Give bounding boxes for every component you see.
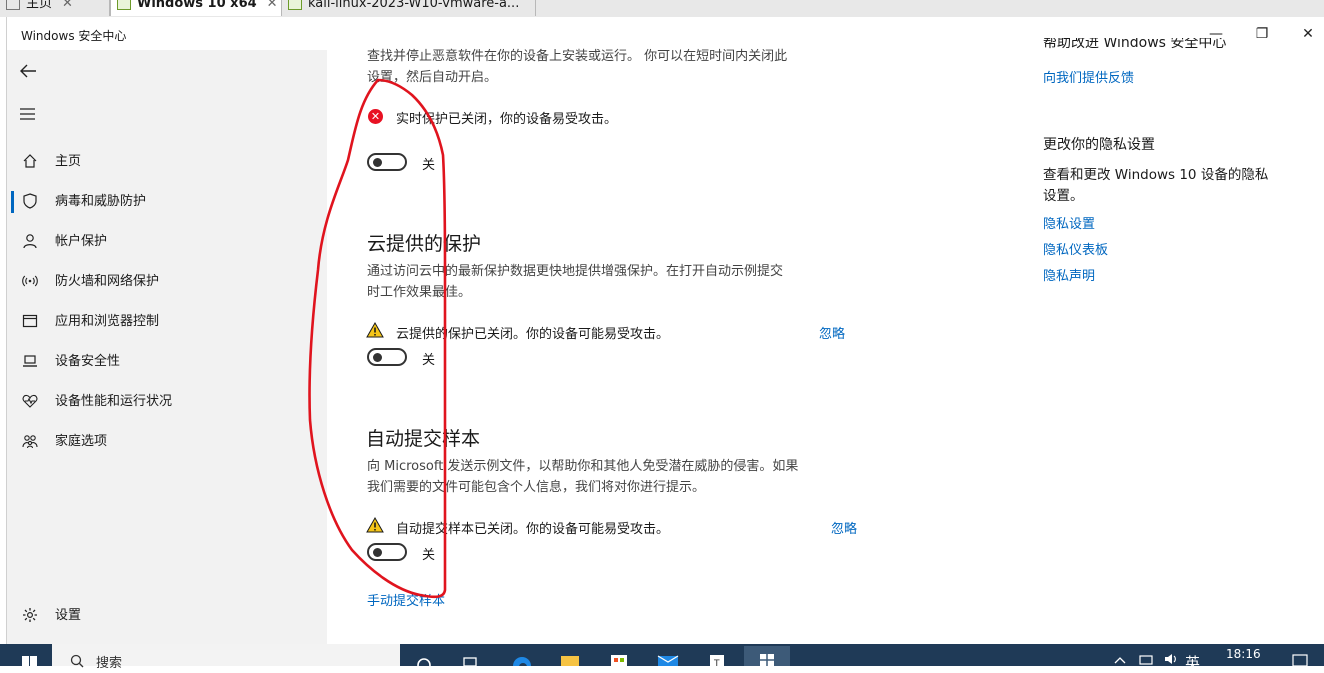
notepad-icon[interactable]: T xyxy=(705,646,729,669)
family-icon xyxy=(21,433,39,451)
clock-time[interactable]: 18:16 xyxy=(1226,647,1261,661)
home-icon xyxy=(21,153,39,171)
sidebar-item-label: 应用和浏览器控制 xyxy=(55,314,160,329)
privacy-dashboard-link[interactable]: 隐私仪表板 xyxy=(1043,239,1108,258)
dismiss-link-sample[interactable]: 忽略 xyxy=(831,518,857,537)
cortana-icon[interactable] xyxy=(412,646,436,672)
sidebar-item-label: 防火墙和网络保护 xyxy=(55,274,160,289)
file-explorer-icon[interactable] xyxy=(558,646,582,666)
shield-icon xyxy=(21,193,39,211)
windows-start-icon[interactable] xyxy=(16,646,40,666)
sidebar-item-account[interactable]: 帐户保护 xyxy=(7,223,327,263)
sidebar-item-settings[interactable]: 设置 xyxy=(7,597,327,637)
vm-tab-label: kali-linux-2023-W10-vmware-a... xyxy=(308,0,520,11)
privacy-settings-link[interactable]: 隐私设置 xyxy=(1043,213,1095,232)
vm-tab-label: 主页 xyxy=(26,0,53,11)
svg-text:T: T xyxy=(713,659,720,666)
sidebar-item-home[interactable]: 主页 xyxy=(7,143,327,183)
sidebar-item-app-browser[interactable]: 应用和浏览器控制 xyxy=(7,303,327,343)
vm-tab-kali[interactable]: kali-linux-2023-W10-vmware-a... xyxy=(282,0,536,16)
task-view-icon[interactable] xyxy=(458,646,482,667)
vm-tab-windows10[interactable]: Windows 10 x64 ✕ xyxy=(110,0,282,16)
sidebar-item-label: 帐户保护 xyxy=(55,234,108,249)
sidebar-item-device-health[interactable]: 设备性能和运行状况 xyxy=(7,383,327,423)
help-improve-text: 帮助改进 Windows 安全中心 xyxy=(1043,38,1227,51)
ime-indicator[interactable]: 英 xyxy=(1185,652,1200,673)
hamburger-icon[interactable] xyxy=(19,106,37,122)
help-improve-title: 帮助改进 Windows 安全中心 xyxy=(1043,38,1303,56)
store-icon[interactable] xyxy=(607,646,631,666)
vm-tab-icon xyxy=(288,0,302,10)
sidebar-item-label: 家庭选项 xyxy=(55,434,108,449)
person-icon xyxy=(21,233,39,251)
sidebar-item-virus-protection[interactable]: 病毒和威胁防护 xyxy=(7,183,327,223)
red-annotation-stroke xyxy=(308,78,447,599)
network-icon[interactable] xyxy=(1138,654,1154,669)
feedback-link[interactable]: 向我们提供反馈 xyxy=(1043,67,1134,86)
edge-icon[interactable] xyxy=(510,646,534,673)
description-line: 查看和更改 Windows 10 设备的隐私 xyxy=(1043,167,1269,183)
taskbar: 搜索 T 英 18:16 xyxy=(0,644,1324,673)
home-tab-icon xyxy=(6,0,20,10)
search-icon xyxy=(70,653,84,668)
vmware-tab-strip: 主页 ✕ Windows 10 x64 ✕ kali-linux-2023-W10-… xyxy=(0,0,1324,17)
gear-icon xyxy=(21,607,39,625)
laptop-icon xyxy=(21,353,39,371)
sidebar: 主页 病毒和威胁防护 帐户保护 防火墙和网络保护 应用和浏览器控制 设备安全性 xyxy=(7,50,327,644)
sidebar-item-label: 病毒和威胁防护 xyxy=(55,194,147,209)
sidebar-item-label: 设备安全性 xyxy=(55,354,121,369)
windows-security-taskbar-icon[interactable] xyxy=(744,646,790,666)
privacy-title: 更改你的隐私设置 xyxy=(1043,137,1155,153)
search-placeholder: 搜索 xyxy=(96,656,123,671)
heart-icon xyxy=(21,393,39,411)
vm-frame-edge xyxy=(0,17,7,644)
sidebar-item-label: 主页 xyxy=(55,154,82,169)
wifi-icon xyxy=(21,273,39,291)
description-line: 查找并停止恶意软件在你的设备上安装或运行。 你可以在短时间内关闭此 xyxy=(367,49,788,64)
close-icon[interactable]: ✕ xyxy=(62,0,73,11)
vm-tab-icon xyxy=(117,0,131,10)
notification-icon[interactable] xyxy=(1292,654,1308,669)
mail-icon[interactable] xyxy=(656,646,680,666)
sidebar-item-device-security[interactable]: 设备安全性 xyxy=(7,343,327,383)
sidebar-item-firewall[interactable]: 防火墙和网络保护 xyxy=(7,263,327,303)
privacy-description: 查看和更改 Windows 10 设备的隐私 设置。 xyxy=(1043,165,1268,207)
sidebar-item-family[interactable]: 家庭选项 xyxy=(7,423,327,463)
vm-tab-home[interactable]: 主页 ✕ xyxy=(0,0,110,16)
sidebar-item-label: 设备性能和运行状况 xyxy=(55,394,173,409)
back-arrow-icon[interactable] xyxy=(17,60,39,82)
selection-indicator xyxy=(11,191,14,213)
taskbar-search-box[interactable]: 搜索 xyxy=(52,644,400,671)
dismiss-link-cloud[interactable]: 忽略 xyxy=(819,323,845,342)
close-icon[interactable]: ✕ xyxy=(267,0,278,11)
app-window-icon xyxy=(21,313,39,331)
vm-tab-label: Windows 10 x64 xyxy=(137,0,257,11)
sidebar-item-label: 设置 xyxy=(55,608,82,623)
description-line: 设置。 xyxy=(1043,188,1084,204)
app-title: Windows 安全中心 xyxy=(21,29,127,43)
privacy-statement-link[interactable]: 隐私声明 xyxy=(1043,265,1095,284)
